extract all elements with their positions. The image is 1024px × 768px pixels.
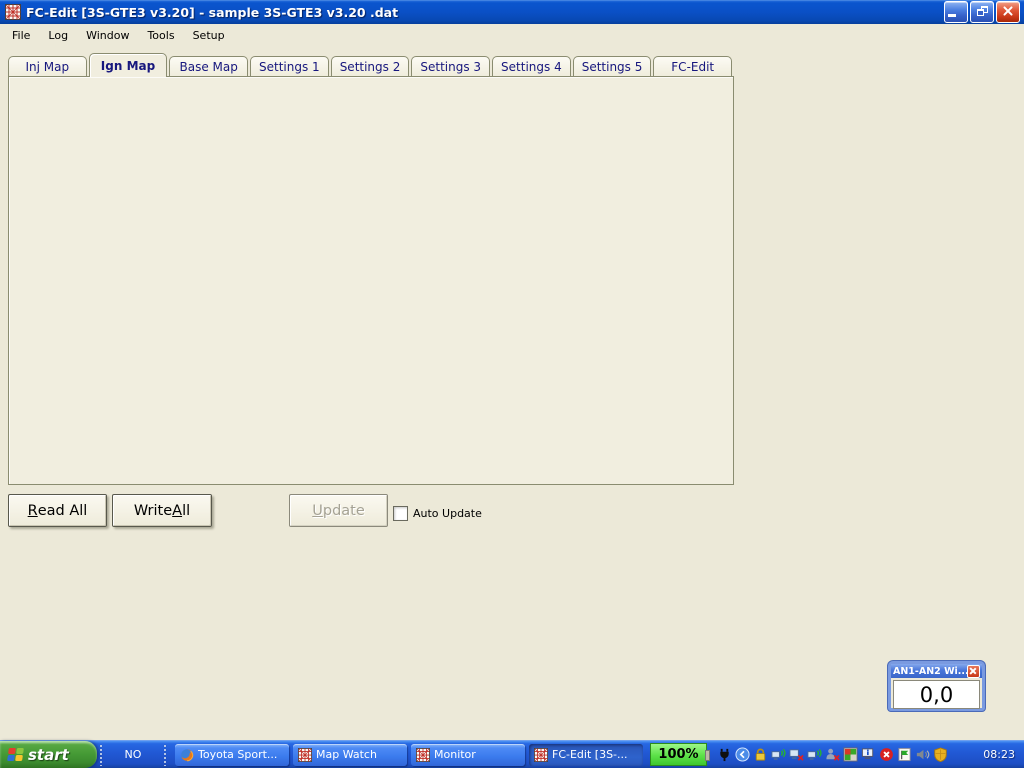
start-button[interactable]: start [0, 741, 97, 768]
auto-update-row: Auto Update [393, 506, 482, 521]
language-indicator[interactable]: NO [105, 748, 161, 761]
an1-an2-title-bar: AN1-AN2 Wi... [891, 664, 982, 678]
tab-base-map[interactable]: Base Map [169, 56, 248, 77]
close-icon [1003, 6, 1013, 16]
security-shield-icon[interactable] [933, 747, 948, 762]
taskbar-task-map-watch[interactable]: Map Watch [293, 744, 407, 766]
volume-icon[interactable] [915, 747, 930, 762]
fc-edit-app-icon [5, 4, 21, 20]
system-tray [717, 747, 948, 762]
toolbar-handle[interactable] [99, 744, 103, 766]
fc-grid-icon [298, 748, 312, 762]
auto-update-label: Auto Update [413, 507, 482, 520]
task-buttons: Toyota Sport... Map Watch Monitor FC-Edit [… [175, 744, 643, 766]
taskbar-task-toyota-sport[interactable]: Toyota Sport... [175, 744, 289, 766]
offline-user-icon[interactable] [825, 747, 840, 762]
auto-update-checkbox[interactable] [393, 506, 408, 521]
menu-window[interactable]: Window [77, 26, 138, 45]
lock-icon[interactable] [753, 747, 768, 762]
power-plug-icon[interactable] [717, 747, 732, 762]
firefox-icon [180, 748, 194, 762]
task-label: Monitor [434, 748, 476, 761]
network-disconnected-icon[interactable] [789, 747, 804, 762]
window-title: FC-Edit [3S-GTE3 v3.20] - sample 3S-GTE3… [26, 5, 944, 20]
tab-settings-4[interactable]: Settings 4 [492, 56, 571, 77]
menu-tools[interactable]: Tools [138, 26, 183, 45]
update-button-disabled: Update [289, 494, 388, 527]
tab-settings-3[interactable]: Settings 3 [411, 56, 490, 77]
tab-settings-2[interactable]: Settings 2 [331, 56, 410, 77]
tab-fc-edit[interactable]: FC-Edit [653, 56, 732, 77]
battery-indicator[interactable]: 100% [650, 743, 707, 766]
menu-log[interactable]: Log [39, 26, 77, 45]
restore-icon [977, 6, 988, 16]
app-window: FC-Edit [3S-GTE3 v3.20] - sample 3S-GTE3… [0, 0, 1024, 768]
fc-grid-icon [534, 748, 548, 762]
fc-grid-icon [416, 748, 430, 762]
scheduler-flag-icon[interactable] [897, 747, 912, 762]
write-all-button[interactable]: Write All [112, 494, 212, 527]
windows-logo-icon [7, 748, 24, 761]
hide-icons-chevron[interactable] [735, 747, 750, 762]
tab-settings-1[interactable]: Settings 1 [250, 56, 329, 77]
toolbar-handle[interactable] [163, 744, 167, 766]
taskbar: start NO Toyota Sport... Map Watch Monitor… [0, 740, 1024, 768]
taskbar-clock: 08:23 [983, 748, 1015, 761]
restore-button[interactable] [970, 1, 994, 23]
taskbar-task-monitor[interactable]: Monitor [411, 744, 525, 766]
start-label: start [28, 746, 69, 764]
task-label: Toyota Sport... [198, 748, 277, 761]
an1-an2-window[interactable]: AN1-AN2 Wi... 0,0 [888, 661, 985, 711]
wireless-network-icon[interactable] [771, 747, 786, 762]
an1-an2-value: 0,0 [893, 680, 980, 709]
tab-settings-5[interactable]: Settings 5 [573, 56, 652, 77]
read-all-button[interactable]: Read All [8, 494, 107, 527]
window-controls [944, 1, 1020, 23]
taskbar-task-fc-edit-3s[interactable]: FC-Edit [3S-... [529, 744, 643, 766]
tab-inj-map[interactable]: Inj Map [8, 56, 87, 77]
ign-map-panel [8, 76, 734, 485]
title-bar: FC-Edit [3S-GTE3 v3.20] - sample 3S-GTE3… [0, 0, 1024, 24]
close-button[interactable] [996, 1, 1020, 23]
an1-an2-close-button[interactable] [967, 665, 980, 678]
menu-bar: FileLogWindowToolsSetup [0, 24, 1024, 46]
tab-strip: Inj MapIgn MapBase MapSettings 1Settings… [8, 53, 734, 77]
menu-setup[interactable]: Setup [184, 26, 234, 45]
menu-file[interactable]: File [3, 26, 39, 45]
an1-an2-title: AN1-AN2 Wi... [893, 666, 967, 677]
computer-info-icon[interactable] [861, 747, 876, 762]
minimize-button[interactable] [944, 1, 968, 23]
task-label: FC-Edit [3S-... [552, 748, 628, 761]
wireless-network-2-icon[interactable] [807, 747, 822, 762]
minimize-icon [948, 14, 956, 17]
colorful-app-icon[interactable] [843, 747, 858, 762]
task-label: Map Watch [316, 748, 377, 761]
tab-ign-map[interactable]: Ign Map [89, 53, 168, 77]
error-badge-icon[interactable] [879, 747, 894, 762]
